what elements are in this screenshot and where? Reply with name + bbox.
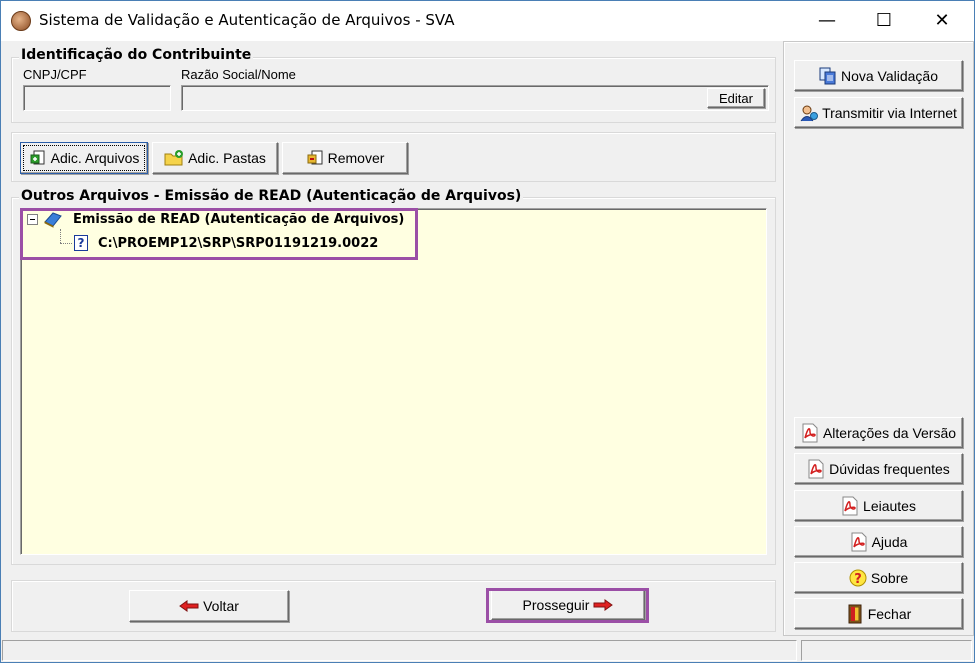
name-label: Razão Social/Nome (181, 67, 296, 82)
faq-button[interactable]: Dúvidas frequentes (794, 453, 963, 484)
window-title: Sistema de Validação e Autenticação de A… (39, 11, 455, 29)
transmit-button[interactable]: Transmitir via Internet (794, 97, 963, 128)
version-changes-label: Alterações da Versão (822, 424, 957, 441)
app-window: Sistema de Validação e Autenticação de A… (0, 0, 975, 663)
remove-label: Remover (327, 150, 385, 166)
close-window-button[interactable]: ✕ (919, 1, 965, 39)
edit-button[interactable]: Editar (707, 88, 765, 108)
add-file-icon (30, 150, 45, 165)
footer-frame (11, 580, 776, 632)
proceed-highlight-box (486, 588, 649, 623)
pdf-icon (842, 496, 858, 515)
add-folders-label: Adic. Pastas (188, 150, 266, 166)
exit-label: Fechar (867, 605, 912, 622)
add-folders-button[interactable]: Adic. Pastas (152, 142, 278, 174)
layouts-button[interactable]: Leiautes (794, 490, 963, 521)
pdf-icon (808, 459, 824, 478)
help-button[interactable]: Ajuda (794, 526, 963, 557)
remove-file-icon (307, 150, 323, 165)
status-bar-main (2, 640, 797, 661)
pdf-icon (802, 423, 818, 442)
back-label: Voltar (203, 598, 239, 614)
transmit-label: Transmitir via Internet (822, 104, 957, 121)
arrow-left-icon (179, 600, 199, 612)
faq-label: Dúvidas frequentes (829, 460, 950, 477)
help-label: Ajuda (871, 533, 908, 550)
maximize-button[interactable]: ☐ (861, 1, 907, 39)
tree-highlight-box (20, 208, 418, 260)
app-icon (11, 11, 31, 31)
layouts-label: Leiautes (863, 497, 916, 514)
contributor-section-title: Identificação do Contribuinte (19, 47, 254, 63)
version-changes-button[interactable]: Alterações da Versão (794, 417, 963, 448)
documents-icon (819, 67, 836, 84)
files-section-title: Outros Arquivos - Emissão de READ (Auten… (19, 188, 524, 204)
back-button[interactable]: Voltar (129, 590, 289, 622)
new-validation-button[interactable]: Nova Validação (794, 60, 963, 91)
title-bar: Sistema de Validação e Autenticação de A… (1, 1, 974, 41)
file-tree[interactable]: Emissão de READ (Autenticação de Arquivo… (20, 208, 767, 555)
cnpj-label: CNPJ/CPF (23, 67, 87, 82)
remove-button[interactable]: Remover (282, 142, 408, 174)
new-validation-label: Nova Validação (840, 67, 939, 84)
about-label: Sobre (870, 569, 909, 586)
svg-text:?: ? (854, 572, 862, 587)
pdf-icon (851, 532, 867, 551)
transmit-person-icon (800, 105, 819, 121)
question-icon: ? (849, 569, 867, 587)
exit-button[interactable]: Fechar (794, 598, 963, 629)
exit-door-icon (848, 604, 862, 623)
cnpj-field[interactable] (23, 85, 171, 111)
name-field[interactable] (181, 85, 769, 111)
minimize-button[interactable]: — (804, 1, 850, 39)
add-files-button[interactable]: Adic. Arquivos (20, 142, 148, 174)
add-files-label: Adic. Arquivos (50, 150, 140, 166)
about-button[interactable]: ? Sobre (794, 562, 963, 593)
add-folder-icon (164, 150, 184, 166)
status-bar-side (801, 640, 972, 661)
